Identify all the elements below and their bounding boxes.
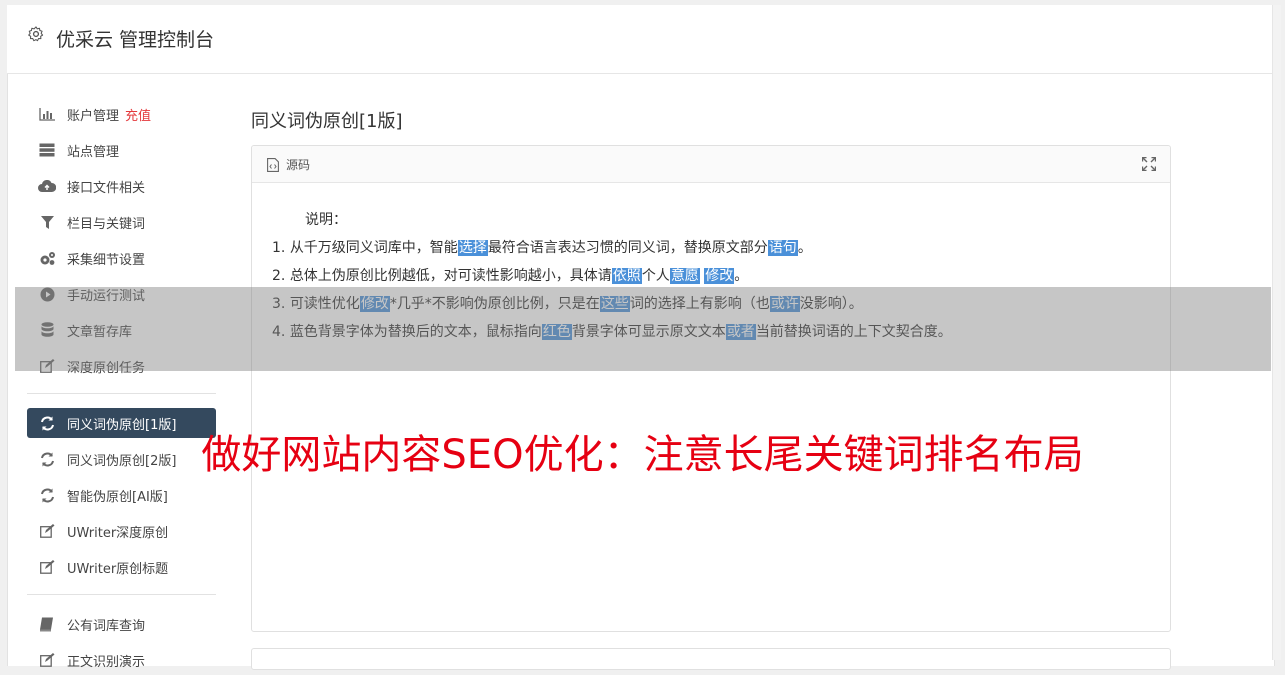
sidebar-item-label: UWriter原创标题 [67,561,169,577]
line-text: 个人 [641,268,670,284]
instruction-line: 1. 从千万级同义词库中，智能选择最符合语言表达习惯的同义词，替换原文部分语句。 [272,234,952,262]
edit-icon [38,523,56,539]
page-title: 优采云 管理控制台 [56,29,215,51]
refresh-icon [38,487,56,503]
sidebar-item-interface-files[interactable]: 接口文件相关 [27,171,217,201]
top-bar: 优采云 管理控制台 [7,5,1273,74]
replaced-word[interactable]: 意愿 [669,268,700,284]
line-number: 2. [272,268,290,284]
sidebar-item-label: UWriter深度原创 [67,525,169,541]
source-panel: 源码 说明： 1. 从千万级同义词库中，智能选择最符合语言表达习惯的同义词，替换… [251,145,1171,632]
overlay-band [15,287,1271,371]
sidebar-item-label: 账户管理 [67,108,120,124]
sidebar-item-label: 栏目与关键词 [67,216,146,232]
sidebar-item-label: 公有词库查询 [67,618,146,634]
panel-header: 源码 [252,146,1170,183]
edit-icon [38,652,56,668]
sidebar-item-uwriter-title[interactable]: UWriter原创标题 [27,552,217,582]
sidebar-item-columns-keywords[interactable]: 栏目与关键词 [27,207,217,237]
line-text: 总体上伪原创比例越低，对可读性影响越小，具体请 [289,268,612,284]
sidebar-item-label: 站点管理 [67,144,120,160]
sidebar-item-body-recognition[interactable]: 正文识别演示 [27,645,217,675]
replaced-word[interactable]: 语句 [767,240,798,256]
sidebar-item-collection-settings[interactable]: 采集细节设置 [27,243,217,273]
line-text: 。 [797,240,812,256]
line-text: 从千万级同义词库中，智能 [289,240,458,256]
edit-icon [38,559,56,575]
code-file-icon[interactable] [267,158,279,172]
line-text: 。 [734,268,749,284]
replaced-word[interactable]: 选择 [457,240,488,256]
gears-icon [38,250,56,266]
output-panel [251,648,1171,670]
replaced-word[interactable]: 修改 [704,268,735,284]
instruction-line: 2. 总体上伪原创比例越低，对可读性影响越小，具体请依照个人意愿 修改。 [272,262,952,290]
recharge-link[interactable]: 充值 [125,105,151,124]
bar-chart-icon [38,106,56,122]
source-button[interactable]: 源码 [286,156,310,173]
gear-icon[interactable] [27,25,45,43]
overlay-caption: 做好网站内容SEO优化：注意长尾关键词排名布局 [201,432,1084,478]
sidebar-item-public-lexicon[interactable]: 公有词库查询 [27,609,217,639]
book-icon [38,616,56,632]
intro-label: 说明： [305,212,347,228]
sidebar-divider [27,393,216,394]
sidebar-item-label: 智能伪原创[AI版] [67,489,168,505]
scrollbar[interactable] [1272,5,1281,660]
sidebar-item-label: 正文识别演示 [67,654,146,670]
line-number: 1. [272,240,290,256]
fullscreen-icon[interactable] [1142,157,1156,171]
server-icon [38,142,56,158]
sidebar-item-smart-ai[interactable]: 智能伪原创[AI版] [27,480,217,510]
sidebar-item-uwriter-deep[interactable]: UWriter深度原创 [27,516,217,546]
sidebar-divider [27,594,216,595]
sidebar-item-account[interactable]: 账户管理 充值 [27,99,217,129]
sidebar-item-sites[interactable]: 站点管理 [27,135,217,165]
line-text: 最符合语言表达习惯的同义词，替换原文部分 [487,240,768,256]
sidebar-item-label: 采集细节设置 [67,252,146,268]
main-heading: 同义词伪原创[1版] [251,111,403,132]
filter-icon [38,214,56,230]
cloud-upload-icon [38,178,56,194]
replaced-word[interactable]: 依照 [611,268,642,284]
sidebar-item-label: 接口文件相关 [67,180,146,196]
